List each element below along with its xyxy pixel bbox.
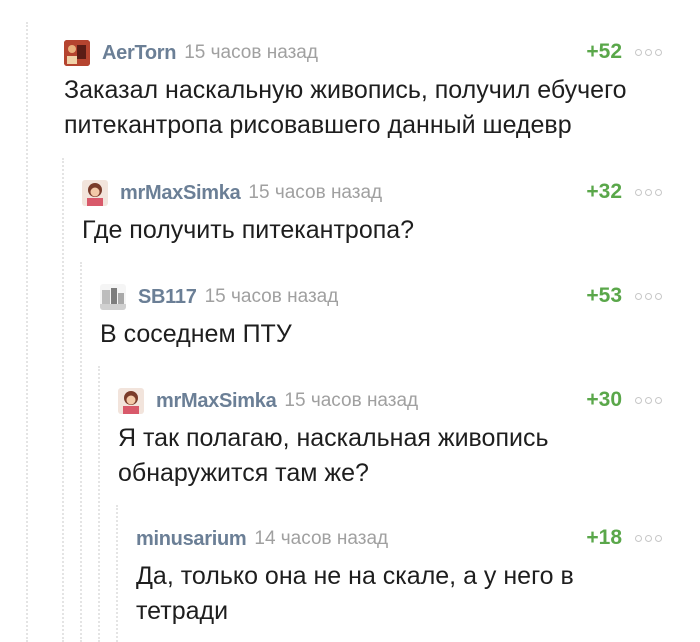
comment-header: AerTorn 15 часов назад +52 — [64, 38, 662, 68]
username[interactable]: SB117 — [138, 286, 197, 309]
username[interactable]: mrMaxSimka — [120, 182, 241, 205]
comment-rating: +18 — [586, 526, 622, 549]
previous-comment-fragment — [0, 0, 700, 10]
more-options-icon[interactable] — [635, 397, 662, 404]
comment-rating: +30 — [586, 388, 622, 411]
more-options-icon[interactable] — [635, 535, 662, 542]
comment-text: Заказал наскальную живопись, получил ебу… — [64, 76, 634, 139]
more-options-icon[interactable] — [635, 49, 662, 56]
comment: SB117 15 часов назад +53 В соседнем ПТУ — [100, 282, 662, 352]
comment-header: SB117 15 часов назад +53 — [100, 282, 662, 312]
username[interactable]: minusarium — [136, 528, 247, 551]
comment: mrMaxSimka 15 часов назад +30 Я так пола… — [118, 386, 662, 491]
avatar-image — [82, 180, 108, 206]
thread-line-level-1[interactable] — [26, 22, 30, 642]
avatar-image — [100, 284, 126, 310]
comment: minusarium 14 часов назад +18 Да, только… — [136, 524, 662, 629]
thread-line-level-4[interactable] — [98, 366, 102, 642]
timestamp[interactable]: 15 часов назад — [248, 182, 382, 204]
timestamp[interactable]: 15 часов назад — [205, 286, 339, 308]
avatar[interactable] — [100, 284, 126, 310]
comment-text: Я так полагаю, наскальная живопись обнар… — [118, 424, 556, 487]
username[interactable]: AerTorn — [102, 42, 177, 65]
more-options-icon[interactable] — [635, 293, 662, 300]
comment-rating: +32 — [586, 180, 622, 203]
comment: AerTorn 15 часов назад +52 Заказал наска… — [64, 38, 662, 143]
timestamp[interactable]: 15 часов назад — [284, 390, 418, 412]
thread-line-level-2[interactable] — [62, 158, 66, 642]
username[interactable]: mrMaxSimka — [156, 390, 277, 413]
comment: mrMaxSimka 15 часов назад +32 Где получи… — [82, 178, 662, 248]
avatar[interactable] — [82, 180, 108, 206]
comment-rating: +53 — [586, 284, 622, 307]
avatar[interactable] — [118, 388, 144, 414]
comment-text: Да, только она не на скале, а у него в т… — [136, 562, 581, 625]
timestamp[interactable]: 14 часов назад — [254, 528, 388, 550]
avatar[interactable] — [64, 40, 90, 66]
thread-line-level-5[interactable] — [116, 505, 120, 642]
comment-header: mrMaxSimka 15 часов назад +32 — [82, 178, 662, 208]
more-options-icon[interactable] — [635, 189, 662, 196]
thread-line-level-3[interactable] — [80, 262, 84, 642]
comment-text: Где получить питекантропа? — [82, 216, 415, 244]
avatar-image — [64, 40, 90, 66]
comment-rating: +52 — [586, 40, 622, 63]
timestamp[interactable]: 15 часов назад — [184, 42, 318, 64]
comment-header: mrMaxSimka 15 часов назад +30 — [118, 386, 662, 416]
comment-text: В соседнем ПТУ — [100, 320, 292, 348]
avatar-image — [118, 388, 144, 414]
comment-header: minusarium 14 часов назад +18 — [136, 524, 662, 554]
